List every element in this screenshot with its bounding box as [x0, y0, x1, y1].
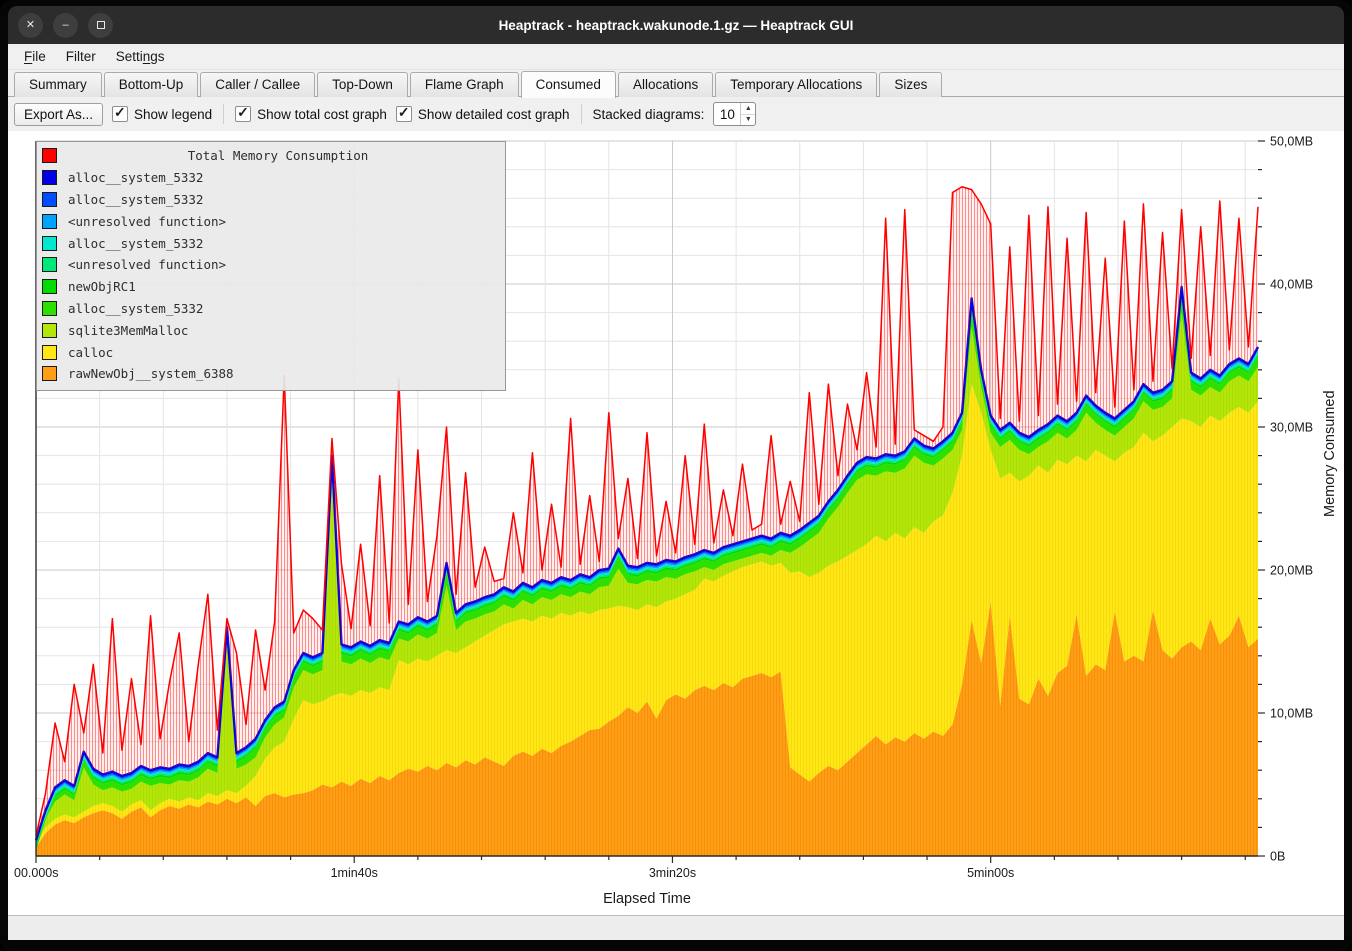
x-tick-label: 3min20s	[649, 866, 696, 880]
checkbox-icon[interactable]: ✓	[112, 106, 128, 122]
chart-legend[interactable]: Total Memory Consumption alloc__system_53…	[36, 141, 506, 391]
y-tick-label: 20,0MB	[1270, 564, 1313, 578]
checkbox-show-legend[interactable]: ✓ Show legend	[112, 106, 212, 122]
y-tick-label: 40,0MB	[1270, 278, 1313, 292]
tab-sizes[interactable]: Sizes	[879, 72, 942, 97]
x-axis-title: Elapsed Time	[8, 891, 1286, 907]
stacked-diagrams-stepper[interactable]: 10 ▲ ▼	[713, 102, 756, 126]
tab-bottom-up[interactable]: Bottom-Up	[104, 72, 199, 97]
toolbar: Export As... ✓ Show legend ✓ Show total cos…	[8, 97, 1344, 131]
tab-bar: SummaryBottom-UpCaller / CalleeTop-DownF…	[8, 70, 1344, 97]
legend-item: alloc__system_5332	[37, 298, 505, 320]
tab-top-down[interactable]: Top-Down	[317, 72, 408, 97]
y-tick-label: 30,0MB	[1270, 421, 1313, 435]
spin-down-icon[interactable]: ▼	[741, 115, 755, 126]
x-tick-label: 5min00s	[967, 866, 1014, 880]
legend-item-label: calloc	[68, 345, 113, 360]
legend-item: calloc	[37, 341, 505, 363]
minimize-icon[interactable]: –	[53, 13, 78, 38]
legend-item-label: alloc__system_5332	[68, 170, 203, 185]
legend-swatch	[42, 214, 57, 229]
legend-item-label: <unresolved function>	[68, 214, 226, 229]
menu-file[interactable]: File	[14, 46, 56, 67]
legend-item-label: alloc__system_5332	[68, 192, 203, 207]
app-window: ✕ – Heaptrack - heaptrack.wakunode.1.gz …	[0, 0, 1352, 951]
legend-item-label: <unresolved function>	[68, 257, 226, 272]
consumed-chart: 00.000s 1min40s 3min20s 5min00s 0B 10,0MB 20,0…	[8, 131, 1344, 915]
legend-swatch	[42, 257, 57, 272]
export-as-button[interactable]: Export As...	[14, 103, 103, 126]
checkbox-icon[interactable]: ✓	[396, 106, 412, 122]
tab-temporary-allocations[interactable]: Temporary Allocations	[715, 72, 877, 97]
menu-bar: FileFilterSettings	[8, 44, 1344, 70]
legend-item-label: alloc__system_5332	[68, 236, 203, 251]
toolbar-separator	[581, 104, 582, 124]
tab-caller-callee[interactable]: Caller / Callee	[200, 72, 315, 97]
close-icon[interactable]: ✕	[18, 13, 43, 38]
x-tick-label: 00.000s	[14, 866, 58, 880]
legend-item: newObjRC1	[37, 276, 505, 298]
tab-summary[interactable]: Summary	[14, 72, 102, 97]
legend-item-label: rawNewObj__system_6388	[68, 366, 234, 381]
window-bottom-strip	[8, 915, 1344, 940]
legend-title-row: Total Memory Consumption	[37, 145, 505, 167]
legend-swatch	[42, 170, 57, 185]
y-axis-title: Memory Consumed	[1322, 493, 1338, 517]
legend-item-label: alloc__system_5332	[68, 301, 203, 316]
spin-up-icon[interactable]: ▲	[741, 103, 755, 115]
stacked-diagrams-label: Stacked diagrams:	[593, 107, 705, 122]
legend-swatch	[42, 192, 57, 207]
legend-item: alloc__system_5332	[37, 189, 505, 211]
titlebar: ✕ – Heaptrack - heaptrack.wakunode.1.gz …	[8, 6, 1344, 44]
x-tick-label: 1min40s	[331, 866, 378, 880]
menu-settings[interactable]: Settings	[106, 46, 175, 67]
legend-item: sqlite3MemMalloc	[37, 319, 505, 341]
checkbox-icon[interactable]: ✓	[235, 106, 251, 122]
y-tick-label: 50,0MB	[1270, 135, 1313, 149]
tab-flame-graph[interactable]: Flame Graph	[410, 72, 519, 97]
checkbox-show-total-cost-graph[interactable]: ✓ Show total cost graph	[235, 106, 387, 122]
checkbox-label: Show legend	[134, 107, 212, 122]
window-title: Heaptrack - heaptrack.wakunode.1.gz — He…	[8, 18, 1344, 33]
legend-swatch	[42, 148, 57, 163]
legend-swatch	[42, 301, 57, 316]
menu-filter[interactable]: Filter	[56, 46, 106, 67]
legend-swatch	[42, 366, 57, 381]
legend-swatch	[42, 345, 57, 360]
toolbar-separator	[223, 104, 224, 124]
legend-swatch	[42, 279, 57, 294]
checkbox-show-detailed-cost-graph[interactable]: ✓ Show detailed cost graph	[396, 106, 570, 122]
legend-item: <unresolved function>	[37, 254, 505, 276]
legend-title: Total Memory Consumption	[57, 148, 499, 163]
legend-item-label: newObjRC1	[68, 279, 136, 294]
tab-allocations[interactable]: Allocations	[618, 72, 713, 97]
legend-swatch	[42, 323, 57, 338]
tab-consumed[interactable]: Consumed	[521, 71, 616, 98]
legend-item: alloc__system_5332	[37, 232, 505, 254]
legend-item: alloc__system_5332	[37, 167, 505, 189]
legend-item: rawNewObj__system_6388	[37, 363, 505, 385]
legend-item: <unresolved function>	[37, 210, 505, 232]
stacked-diagrams-value: 10	[714, 103, 740, 125]
legend-swatch	[42, 236, 57, 251]
window-buttons: ✕ –	[18, 6, 113, 44]
y-tick-label: 0B	[1270, 850, 1285, 864]
maximize-icon[interactable]	[88, 13, 113, 38]
y-tick-label: 10,0MB	[1270, 707, 1313, 721]
checkbox-label: Show detailed cost graph	[418, 107, 570, 122]
legend-item-label: sqlite3MemMalloc	[68, 323, 188, 338]
checkbox-label: Show total cost graph	[257, 107, 387, 122]
